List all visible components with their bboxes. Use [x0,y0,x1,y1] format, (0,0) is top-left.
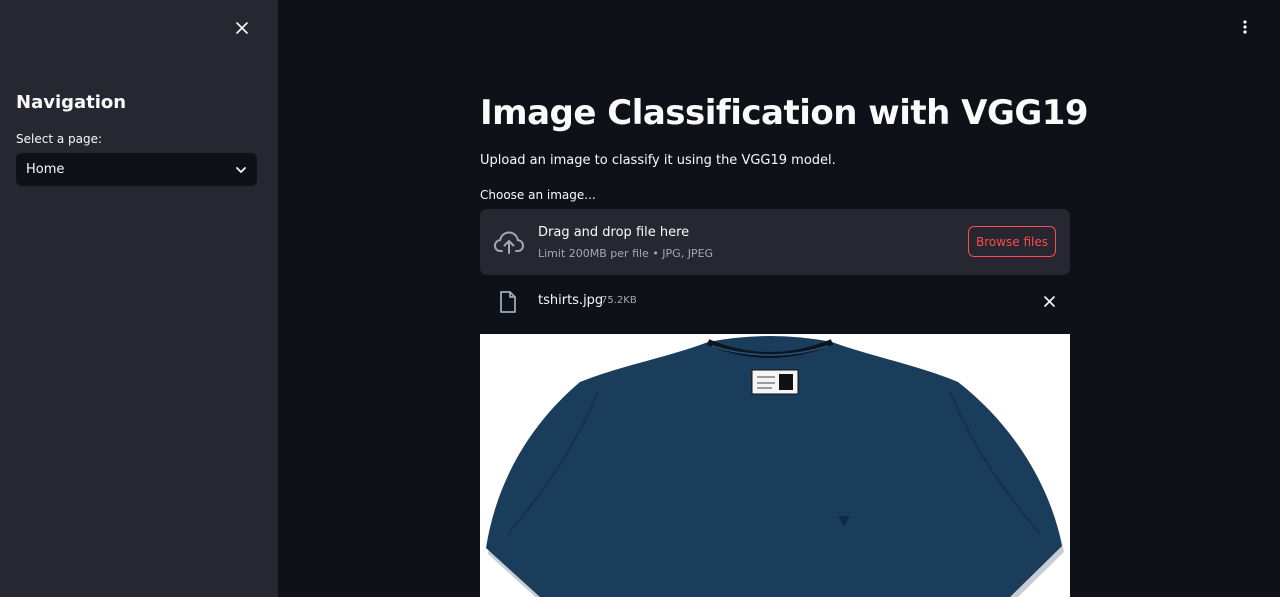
main-content: Image Classification with VGG19 Upload a… [278,0,1280,597]
uploaded-image-preview [480,334,1070,597]
file-name: tshirts.jpg [538,293,604,308]
uploaded-file: tshirts.jpg 75.2KB [480,284,1070,318]
sidebar-close-button[interactable] [232,18,252,38]
browse-files-button[interactable]: Browse files [968,226,1056,257]
tshirt-image [486,336,1064,597]
chevron-down-icon [236,166,246,173]
page-title: Image Classification with VGG19 [480,93,1089,133]
close-icon [236,22,248,34]
file-size: 75.2KB [601,295,637,306]
page-description: Upload an image to classify it using the… [480,153,836,168]
page-select[interactable]: Home [16,153,257,186]
dropzone-limit: Limit 200MB per file • JPG, JPEG [538,247,714,260]
file-dropzone[interactable]: Drag and drop file here Limit 200MB per … [480,209,1070,275]
vertical-dots-icon [1243,20,1247,34]
sidebar: Navigation Select a page: Home [0,0,278,597]
page-select-value: Home [26,162,65,177]
uploader-label: Choose an image... [480,188,596,202]
close-icon [1043,295,1055,307]
main-menu-button[interactable] [1234,16,1256,38]
cloud-upload-icon [494,231,524,254]
sidebar-title: Navigation [16,92,127,113]
select-page-label: Select a page: [16,132,103,146]
dropzone-title: Drag and drop file here [538,225,690,240]
remove-file-button[interactable] [1040,292,1058,310]
file-icon [500,291,516,313]
app: Navigation Select a page: Home Image Cla… [0,0,1280,597]
